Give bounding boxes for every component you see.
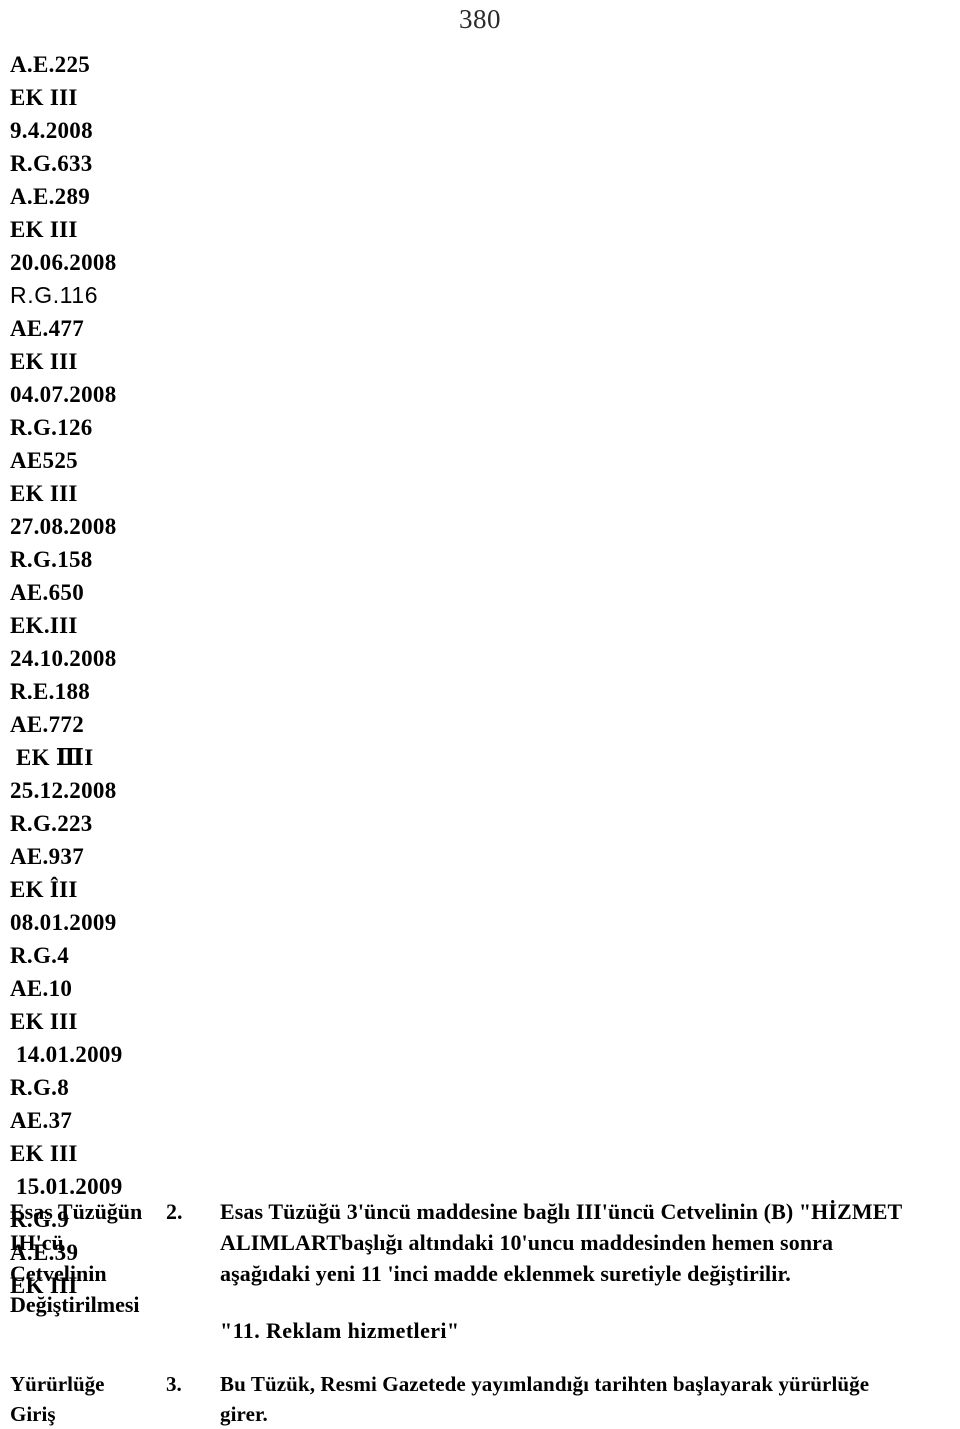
article-label: Esas Tüzüğün IH'cü Cetvelinin Değiştirilmes… (10, 1196, 160, 1320)
reference-line: AE.772 (10, 712, 85, 737)
article-number: 3. (166, 1372, 182, 1396)
reference-line: R.G.158 (10, 547, 93, 572)
reference-line: AE.37 (10, 1108, 73, 1133)
article-body: Esas Tüzüğü 3'üncü maddesine bağlı III'ü… (220, 1196, 955, 1346)
article-label-line: IH'cü (10, 1230, 64, 1255)
reference-line: 04.07.2008 (10, 382, 117, 407)
reference-line: 20.06.2008 (10, 250, 117, 275)
reference-line: 14.01.2009 (16, 1042, 123, 1067)
reference-line: EK III (10, 1141, 78, 1166)
reference-line: A.E.289 (10, 184, 91, 209)
article-body-line: girer. (220, 1402, 268, 1426)
reference-line: A.E.225 (10, 52, 91, 77)
reference-line: R.E.188 (10, 679, 91, 704)
reference-line: EK III (10, 349, 78, 374)
article-label-line: Değiştirilmesi (10, 1292, 140, 1317)
article-body-line: Bu Tüzük, Resmi Gazetede yayımlandığı ta… (220, 1372, 870, 1396)
article-quoted-line: "11. Reklam hizmetleri" (220, 1318, 460, 1343)
reference-line: 27.08.2008 (10, 514, 117, 539)
article-label-line: Giriş (10, 1402, 56, 1426)
article-label-line: Yürürlüğe (10, 1372, 105, 1396)
reference-line: R.G.633 (10, 151, 93, 176)
reference-line: 24.10.2008 (10, 646, 117, 671)
reference-line: EK III (10, 1009, 78, 1034)
reference-line: 9.4.2008 (10, 118, 93, 143)
reference-line: R.G.8 (10, 1075, 69, 1100)
article-body-line: Esas Tüzüğü 3'üncü maddesine bağlı III'ü… (220, 1199, 903, 1224)
reference-line: EK III (10, 217, 78, 242)
reference-column: A.E.225 EK III 9.4.2008 R.G.633 A.E.289 EK II… (10, 48, 310, 1302)
article-body: Bu Tüzük, Resmi Gazetede yayımlandığı ta… (220, 1369, 960, 1429)
page-number: 380 (459, 4, 501, 34)
reference-line: AE.937 (10, 844, 85, 869)
reference-line: EK III (10, 481, 78, 506)
reference-line: EK ⅢI (16, 745, 94, 770)
reference-line: 25.12.2008 (10, 778, 117, 803)
reference-line: EK ÎII (10, 877, 78, 902)
reference-line: R.G.126 (10, 415, 93, 440)
reference-line: EK.III (10, 613, 78, 638)
article-body-line: aşağıdaki yeni 11 'inci madde eklenmek s… (220, 1261, 791, 1286)
reference-line: R.G.4 (10, 943, 69, 968)
reference-line: 08.01.2009 (10, 910, 117, 935)
reference-line: AE.10 (10, 976, 73, 1001)
reference-line: AE525 (10, 448, 78, 473)
reference-line: AE.650 (10, 580, 85, 605)
article-label-line: Cetvelinin (10, 1261, 107, 1286)
reference-line: R.G.223 (10, 811, 93, 836)
reference-line: AE.477 (10, 316, 85, 341)
article-number: 2. (166, 1199, 183, 1224)
reference-line: R.G.116 (10, 282, 99, 308)
reference-line: EK III (10, 85, 78, 110)
article-label: Yürürlüğe Giriş (10, 1369, 160, 1429)
article-label-line: Esas Tüzüğün (10, 1199, 143, 1224)
article-body-line: ALIMLARTbaşlığı altındaki 10'uncu maddes… (220, 1230, 834, 1255)
